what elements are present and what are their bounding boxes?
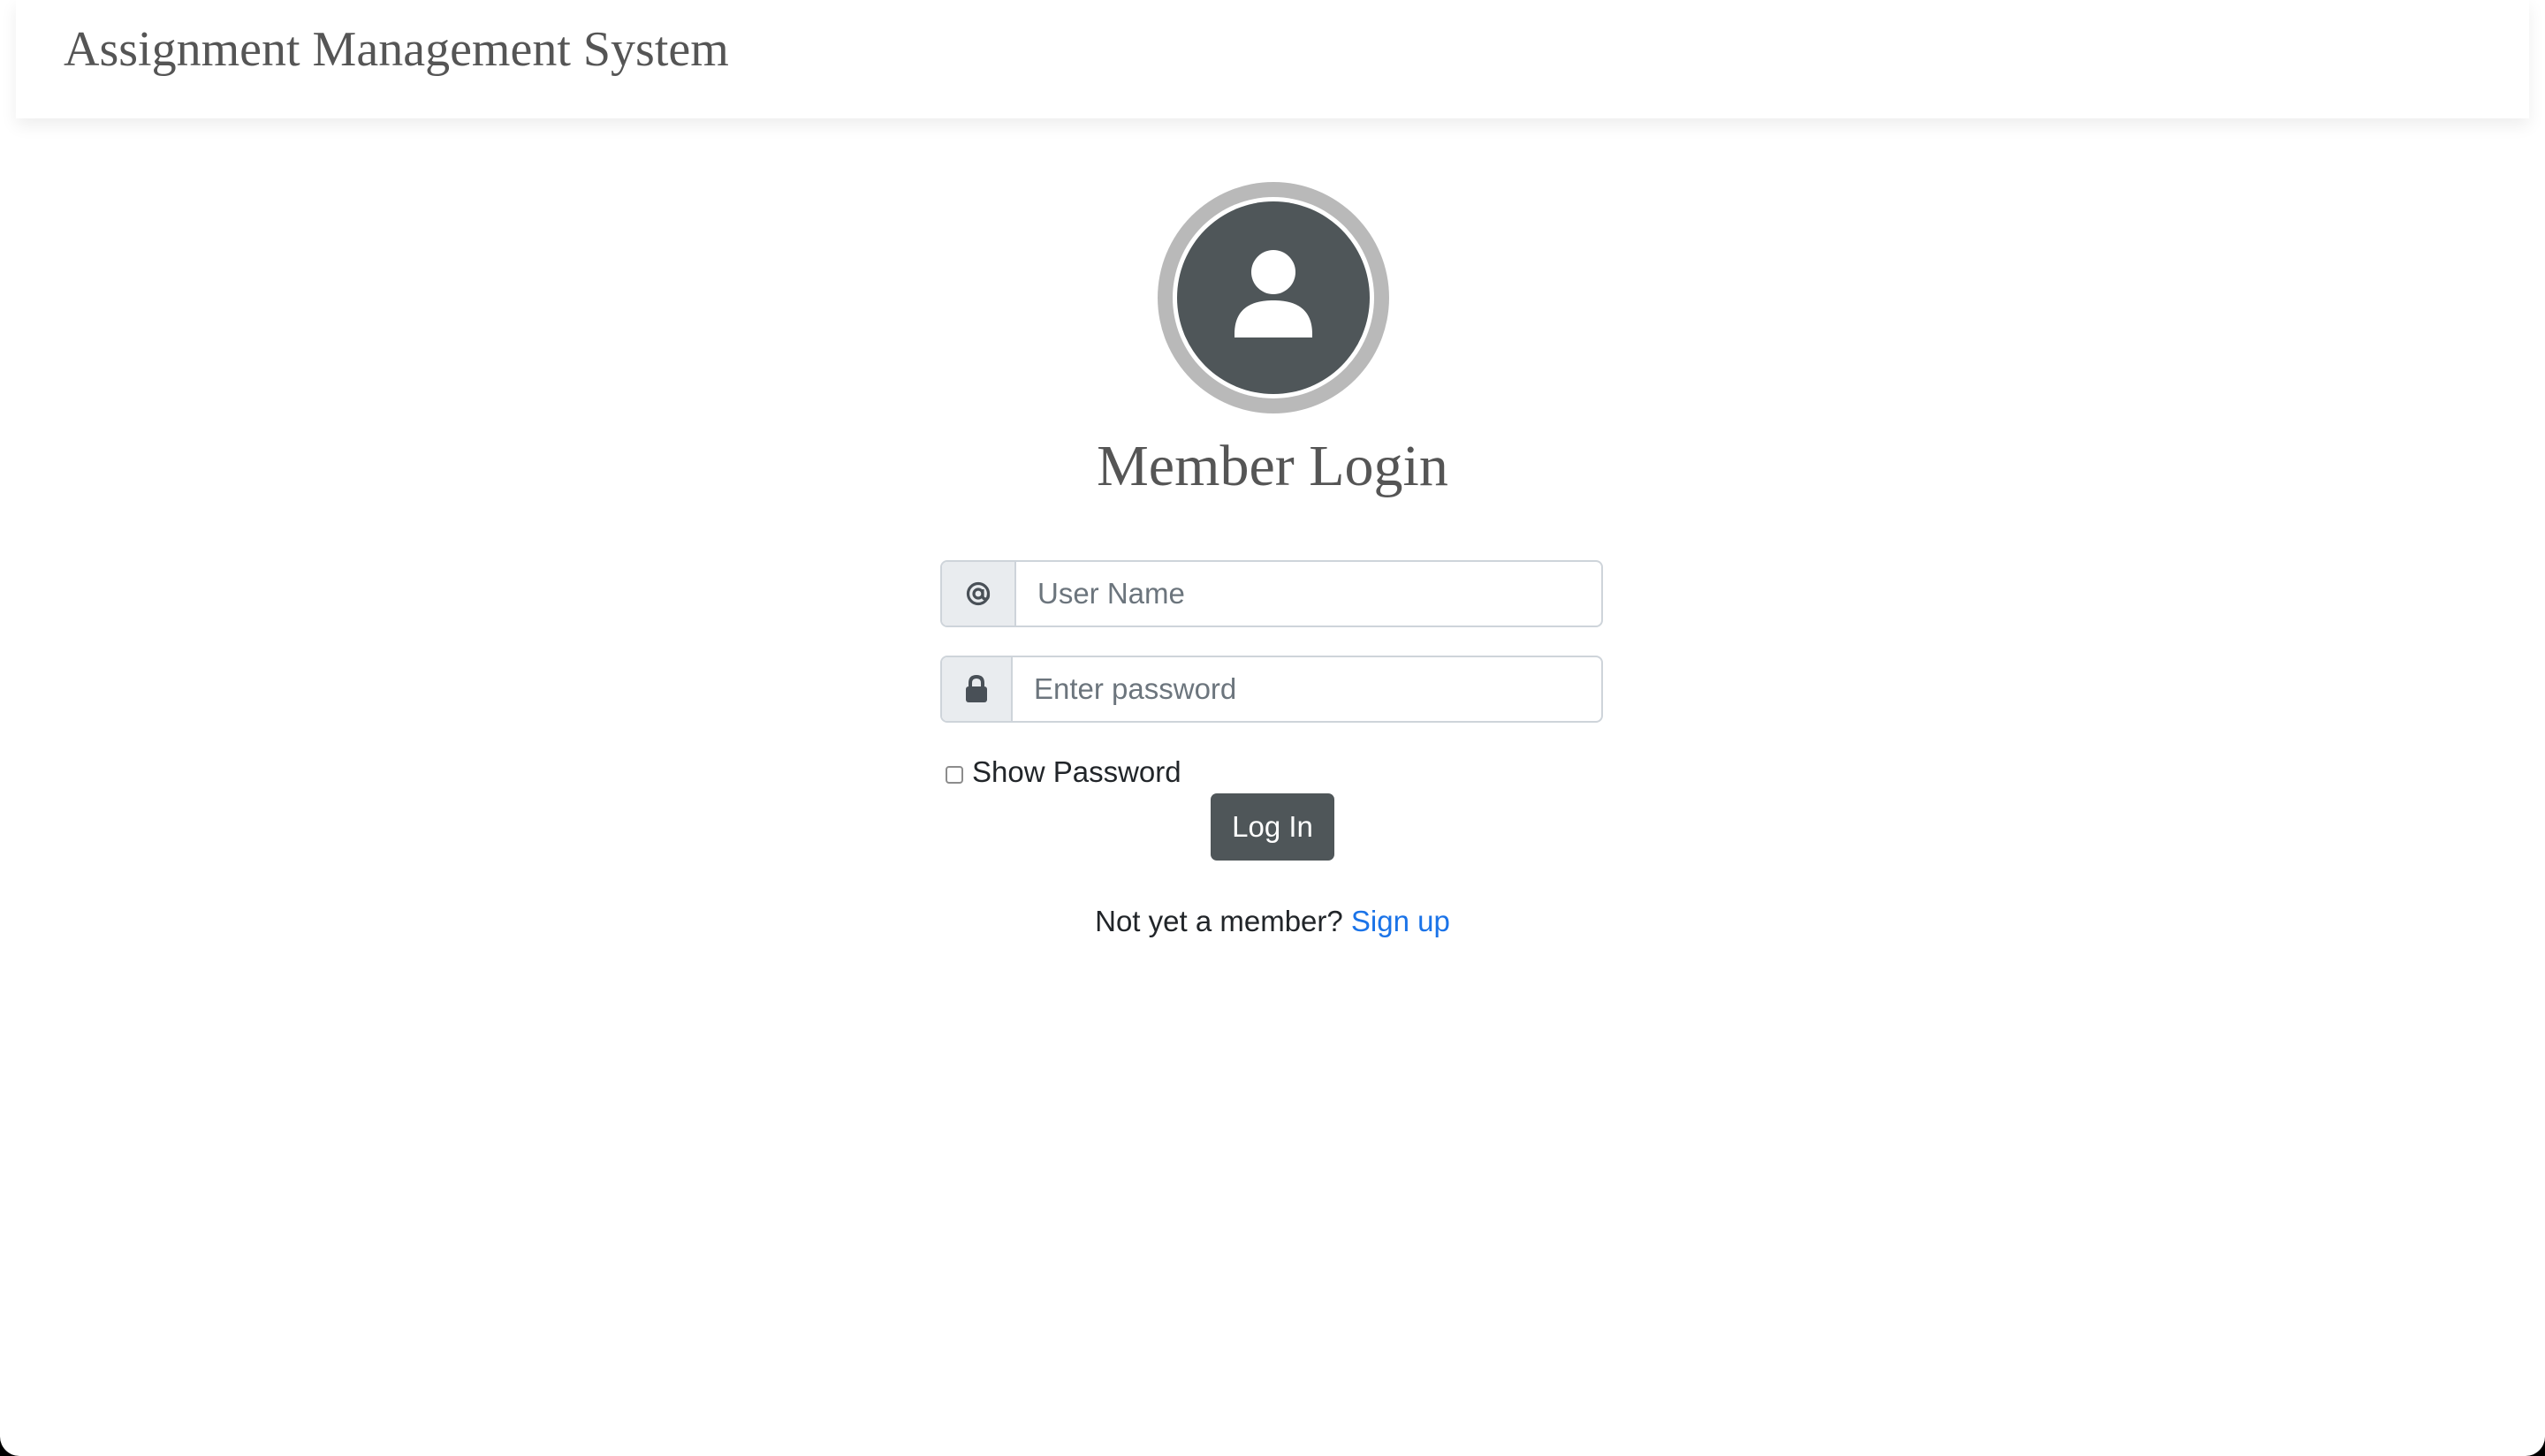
show-password-toggle[interactable]: Show Password	[944, 755, 1181, 790]
navbar: Assignment Management System	[16, 0, 2529, 118]
login-title: Member Login	[1097, 434, 1448, 498]
navbar-brand[interactable]: Assignment Management System	[64, 21, 729, 78]
signup-prompt-text: Not yet a member?	[1095, 905, 1343, 937]
avatar	[1158, 182, 1389, 413]
username-input[interactable]	[1016, 562, 1601, 626]
password-input[interactable]	[1013, 657, 1601, 721]
show-password-label: Show Password	[972, 755, 1181, 788]
password-group	[940, 656, 1603, 723]
signup-prompt: Not yet a member? Sign up	[0, 905, 2545, 938]
avatar-ring	[1173, 197, 1374, 398]
signup-link[interactable]: Sign up	[1351, 905, 1450, 937]
username-group	[940, 560, 1603, 627]
lock-icon	[942, 657, 1013, 721]
app-window: Assignment Management System Member Logi…	[0, 0, 2545, 1456]
user-icon	[1177, 201, 1370, 394]
at-icon	[942, 562, 1016, 626]
login-button[interactable]: Log In	[1211, 793, 1334, 861]
show-password-checkbox[interactable]	[946, 766, 963, 784]
